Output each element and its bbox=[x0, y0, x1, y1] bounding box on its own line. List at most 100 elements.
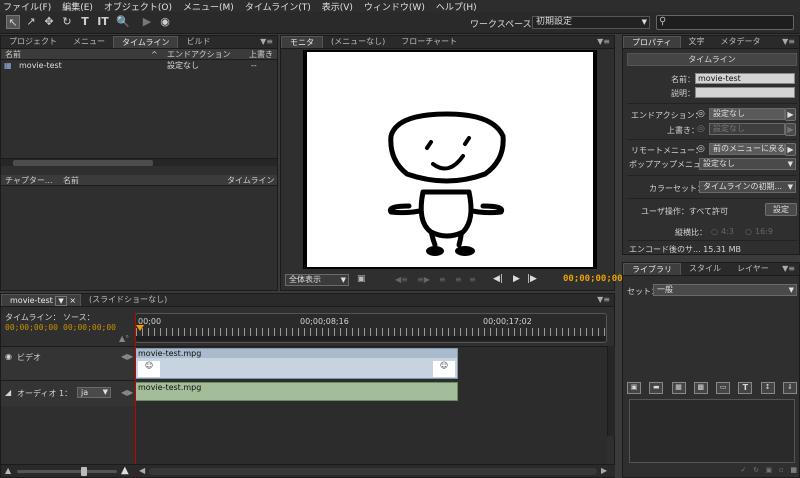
tab-slideshow[interactable]: (スライドショーなし) bbox=[81, 294, 175, 306]
track-toggle-icon[interactable]: ◀▶ bbox=[121, 388, 133, 397]
video-clip[interactable]: movie-test.mpg ☺ ☺ bbox=[135, 348, 458, 379]
menu-filter-icon[interactable]: ▣ bbox=[627, 382, 641, 394]
tab-timeline[interactable]: タイムライン bbox=[113, 36, 179, 48]
set-select[interactable]: 一般 ▼ bbox=[653, 284, 797, 296]
monitor-timecode[interactable]: 00;00;00;00 bbox=[563, 274, 623, 284]
zoom-in-icon[interactable]: ▲ bbox=[121, 465, 129, 476]
tab-project[interactable]: プロジェクト bbox=[1, 36, 65, 48]
zoom-slider-thumb[interactable] bbox=[81, 467, 87, 476]
menu-view[interactable]: 表示(V) bbox=[322, 0, 353, 13]
zoom-select[interactable]: 全体表示 ▼ bbox=[285, 274, 349, 286]
move-tool-icon[interactable]: ✥ bbox=[42, 15, 56, 29]
trash-icon[interactable]: ▦ bbox=[790, 466, 797, 474]
popup-menu-select[interactable]: 設定なし ▼ bbox=[699, 158, 796, 170]
user-operation-settings-button[interactable]: 設定 bbox=[765, 203, 797, 216]
timeline-vscroll[interactable] bbox=[607, 346, 615, 436]
name-field[interactable]: movie-test bbox=[695, 73, 795, 84]
zoom-slider[interactable] bbox=[17, 467, 117, 476]
playhead-marker-icon[interactable] bbox=[136, 325, 144, 331]
menu-menu[interactable]: メニュー(M) bbox=[183, 0, 234, 13]
search-input[interactable]: ⚲ bbox=[656, 15, 794, 30]
tracks-area[interactable]: movie-test.mpg ☺ ☺ movie-test.mpg bbox=[135, 313, 607, 478]
preview-icon[interactable]: ▶ bbox=[140, 15, 154, 29]
apply-icon[interactable]: ✓ bbox=[741, 466, 747, 474]
col-chapter-name[interactable]: 名前 bbox=[63, 175, 79, 186]
panel-menu-icon[interactable]: ▼≡ bbox=[782, 264, 795, 273]
description-field[interactable] bbox=[695, 87, 795, 98]
scroll-left-icon[interactable]: ◀ bbox=[139, 466, 145, 475]
render-icon[interactable]: ◉ bbox=[158, 15, 172, 29]
zoom-tool-icon[interactable]: 🔍 bbox=[116, 15, 130, 29]
tab-properties[interactable]: プロパティ bbox=[623, 36, 681, 48]
chapter-add-icon[interactable]: ≡ bbox=[439, 275, 446, 284]
step-forward-icon[interactable]: |▶ bbox=[527, 274, 537, 284]
track-toggle-icon[interactable]: ◀▶ bbox=[121, 352, 133, 361]
sort-icon[interactable]: ^ bbox=[151, 49, 158, 60]
menu-timeline[interactable]: タイムライン(T) bbox=[245, 0, 311, 13]
text-filter-icon[interactable]: T bbox=[738, 382, 753, 394]
tab-build[interactable]: ビルド bbox=[178, 36, 218, 48]
table-row[interactable]: ▦ movie-test 設定なし -- bbox=[1, 60, 277, 72]
chapter-prev-icon[interactable]: ◀≡ bbox=[395, 275, 408, 284]
remote-menu-select[interactable]: 前のメニューに戻る bbox=[709, 143, 785, 155]
end-action-arrow-icon[interactable]: ▶ bbox=[785, 108, 796, 121]
eye-icon[interactable]: ◉ bbox=[5, 352, 12, 361]
link-filter-icon[interactable]: ↕ bbox=[760, 382, 775, 394]
chapter-next-icon[interactable]: ≡▶ bbox=[417, 275, 430, 284]
selection-tool-icon[interactable]: ↖ bbox=[6, 15, 20, 29]
monitor-canvas[interactable] bbox=[307, 52, 593, 267]
col-chapter[interactable]: チャプター... bbox=[5, 175, 53, 186]
copy-icon[interactable]: ▫ bbox=[779, 466, 784, 474]
zoom-out-icon[interactable]: ▲ bbox=[5, 466, 11, 475]
panel-menu-icon[interactable]: ▼≡ bbox=[260, 37, 273, 46]
speaker-icon[interactable]: ◢ bbox=[5, 388, 11, 397]
col-name[interactable]: 名前 bbox=[5, 49, 21, 60]
remote-menu-arrow-icon[interactable]: ▶ bbox=[785, 143, 796, 156]
tab-dropdown-icon[interactable]: ▼ bbox=[55, 296, 67, 306]
tab-flowchart[interactable]: フローチャート bbox=[393, 36, 465, 48]
tab-no-menu[interactable]: (メニューなし) bbox=[323, 36, 393, 48]
folder-icon[interactable]: ▭ bbox=[716, 382, 731, 394]
panel-menu-icon[interactable]: ▼≡ bbox=[782, 37, 795, 46]
tab-menu[interactable]: メニュー bbox=[65, 36, 113, 48]
step-back-icon[interactable]: ◀| bbox=[493, 274, 503, 284]
workspace-select[interactable]: 初期設定 ▼ bbox=[532, 16, 650, 29]
rotate-tool-icon[interactable]: ↻ bbox=[60, 15, 74, 29]
audio-clip[interactable]: movie-test.mpg bbox=[135, 382, 458, 401]
timeline-hscroll[interactable] bbox=[149, 468, 597, 475]
close-icon[interactable]: × bbox=[69, 296, 76, 305]
time-ruler[interactable]: 00;00 00;00;08;16 00;00;17;02 bbox=[135, 313, 607, 343]
end-action-select[interactable]: 設定なし bbox=[709, 108, 785, 120]
vertical-text-tool-icon[interactable]: IT bbox=[96, 15, 110, 29]
replace-icon[interactable]: ↻ bbox=[753, 466, 759, 474]
scroll-right-icon[interactable]: ▶ bbox=[601, 466, 607, 475]
tab-monitor[interactable]: モニタ bbox=[281, 36, 323, 48]
safe-area-icon[interactable]: ▣ bbox=[357, 274, 366, 284]
tab-character[interactable]: 文字 bbox=[681, 36, 713, 48]
project-hscroll[interactable] bbox=[1, 158, 277, 166]
chapter-goto-icon[interactable]: ≡ bbox=[469, 275, 476, 284]
menu-window[interactable]: ウィンドウ(W) bbox=[364, 0, 425, 13]
color-set-select[interactable]: タイムラインの初期... ▼ bbox=[699, 181, 796, 193]
pickwhip-icon[interactable]: ◎ bbox=[697, 109, 705, 119]
menu-edit[interactable]: 編集(E) bbox=[62, 0, 93, 13]
tab-layer[interactable]: レイヤー bbox=[729, 263, 777, 275]
button-filter-icon[interactable]: ▬ bbox=[649, 382, 664, 394]
timeline-timecode[interactable]: 00;00;00;00 bbox=[5, 323, 58, 332]
menu-file[interactable]: ファイル(F) bbox=[3, 0, 51, 13]
direct-select-tool-icon[interactable]: ↗ bbox=[24, 15, 38, 29]
tab-metadata[interactable]: メタデータ bbox=[713, 36, 769, 48]
menu-help[interactable]: ヘルプ(H) bbox=[436, 0, 477, 13]
new-item-icon[interactable]: ▣ bbox=[766, 466, 773, 474]
tab-movie-test[interactable]: movie-test ▼ × bbox=[1, 294, 82, 306]
snap-icon[interactable]: ▲° bbox=[119, 334, 129, 343]
col-end-action[interactable]: エンドアクション bbox=[167, 49, 231, 60]
import-icon[interactable]: ⇓ bbox=[782, 382, 797, 394]
pattern-filter-icon[interactable]: ▩ bbox=[693, 382, 708, 394]
chapter-remove-icon[interactable]: ≡ bbox=[455, 275, 462, 284]
col-override[interactable]: 上書き bbox=[249, 49, 273, 60]
source-timecode[interactable]: 00;00;00;00 bbox=[63, 323, 116, 332]
col-chapter-timeline[interactable]: タイムライン bbox=[227, 175, 274, 186]
text-tool-icon[interactable]: T bbox=[78, 15, 92, 29]
tab-library[interactable]: ライブラリ bbox=[623, 263, 681, 275]
